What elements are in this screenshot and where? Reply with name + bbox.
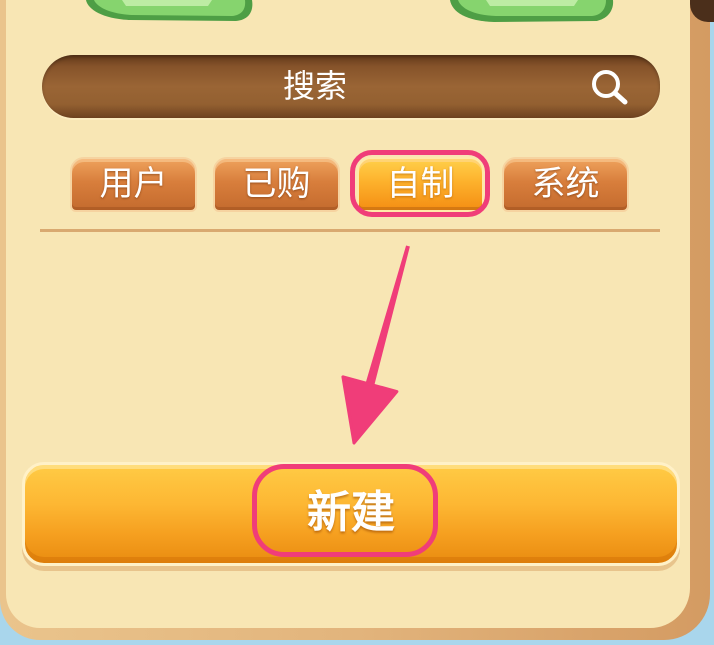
search-placeholder: 搜索 xyxy=(282,67,347,105)
search-icon-graphic xyxy=(592,70,628,105)
tab-purchased[interactable]: 已购 xyxy=(213,157,340,212)
tab-system[interactable]: 系统 xyxy=(502,157,629,212)
tab-custom[interactable]: 自制 xyxy=(357,157,484,212)
search-input[interactable]: 搜索 xyxy=(42,55,660,118)
create-button[interactable]: 新建 xyxy=(22,462,680,566)
tabs-divider xyxy=(40,229,660,232)
tab-user[interactable]: 用户 xyxy=(70,157,197,212)
create-button-label: 新建 xyxy=(307,487,395,538)
search-icon[interactable] xyxy=(588,66,632,110)
